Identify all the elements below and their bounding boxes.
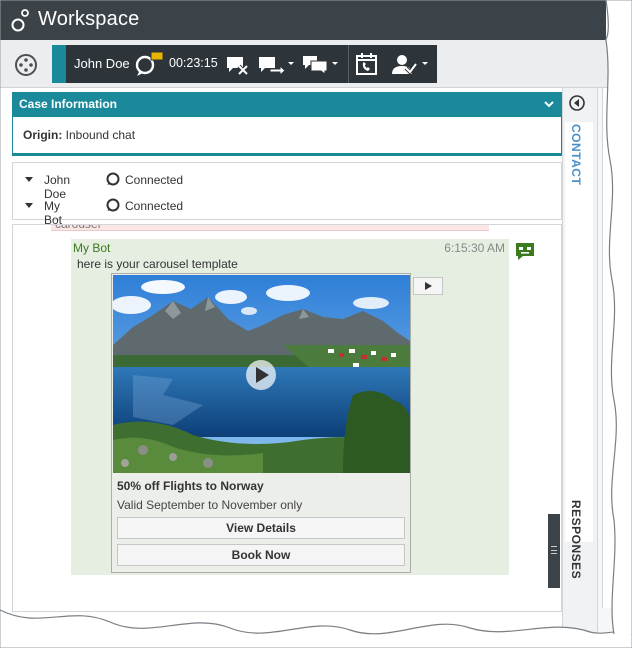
consult-agent-icon[interactable] <box>388 52 432 76</box>
carousel-card-title: 50% off Flights to Norway <box>117 479 264 493</box>
interaction-bar: John Doe 00:23:15 <box>52 45 437 83</box>
party-status: Connected <box>125 199 184 213</box>
case-information-title: Case Information <box>19 97 118 111</box>
bot-avatar-icon <box>516 243 534 260</box>
chat-bubble-icon <box>106 198 120 212</box>
grip-icon <box>551 546 557 554</box>
party-list: John Doe Connected My Bot Connected <box>12 162 562 227</box>
caret-down-icon[interactable] <box>25 203 33 208</box>
carousel-card: 50% off Flights to Norway Valid Septembe… <box>111 273 411 573</box>
previous-message <box>51 225 489 231</box>
carousel-next-button[interactable] <box>413 277 443 295</box>
contact-panel: In E <box>598 88 632 648</box>
contact-panel-tab-label[interactable]: In <box>618 101 628 115</box>
schedule-callback-icon[interactable] <box>354 52 380 76</box>
main-menu-icon[interactable] <box>13 52 39 78</box>
title-bar: Workspace <box>0 0 632 40</box>
carousel-card-image[interactable] <box>113 275 410 473</box>
case-information-header[interactable]: Case Information <box>13 93 561 117</box>
contact-panel-content <box>602 88 632 608</box>
chat-bubble-icon <box>106 172 120 186</box>
play-right-icon <box>425 282 432 290</box>
conference-chat-icon[interactable] <box>300 52 340 76</box>
side-tab-bar: CONTACT RESPONSES <box>548 88 598 648</box>
party-name: John Doe <box>44 173 71 201</box>
panel-resize-handle[interactable] <box>548 514 560 588</box>
interaction-pane: Case Information Origin: Inbound chat Jo… <box>12 92 562 612</box>
chat-transcript[interactable]: carousel My Bot 6:15:30 AM here is your … <box>12 224 562 612</box>
case-origin: Origin: Inbound chat <box>13 117 561 153</box>
transfer-chat-icon[interactable] <box>256 52 296 76</box>
interaction-timer: 00:23:15 <box>169 56 218 70</box>
previous-message-text: carousel <box>55 224 101 231</box>
contact-panel-field-label: E <box>624 390 632 404</box>
end-chat-icon[interactable] <box>224 52 250 76</box>
caret-down-icon[interactable] <box>25 177 33 182</box>
chevron-down-icon[interactable] <box>544 99 554 109</box>
message-text: here is your carousel template <box>77 257 238 271</box>
carousel-card-subtitle: Valid September to November only <box>117 498 303 512</box>
view-details-button[interactable]: View Details <box>117 517 405 539</box>
case-information-panel: Case Information Origin: Inbound chat <box>12 92 562 156</box>
collapse-panel-icon[interactable] <box>568 94 586 112</box>
interaction-contact-name[interactable]: John Doe <box>74 56 130 71</box>
party-status: Connected <box>125 173 184 187</box>
message-sender: My Bot <box>73 241 111 255</box>
workspace-window: Workspace John Doe 00:23:15 Case Informa… <box>0 0 632 648</box>
interaction-accent <box>52 45 66 83</box>
genesys-logo-icon <box>11 9 29 32</box>
tab-contact[interactable]: CONTACT <box>569 124 583 185</box>
app-title: Workspace <box>38 8 140 30</box>
book-now-button[interactable]: Book Now <box>117 544 405 566</box>
interaction-bar-divider <box>348 45 349 83</box>
message-time: 6:15:30 AM <box>444 241 505 255</box>
origin-label: Origin: <box>23 128 63 142</box>
tab-responses[interactable]: RESPONSES <box>569 500 583 579</box>
origin-value: Inbound chat <box>65 128 136 142</box>
chat-status-icon <box>135 51 164 76</box>
party-name: My Bot <box>44 199 63 227</box>
